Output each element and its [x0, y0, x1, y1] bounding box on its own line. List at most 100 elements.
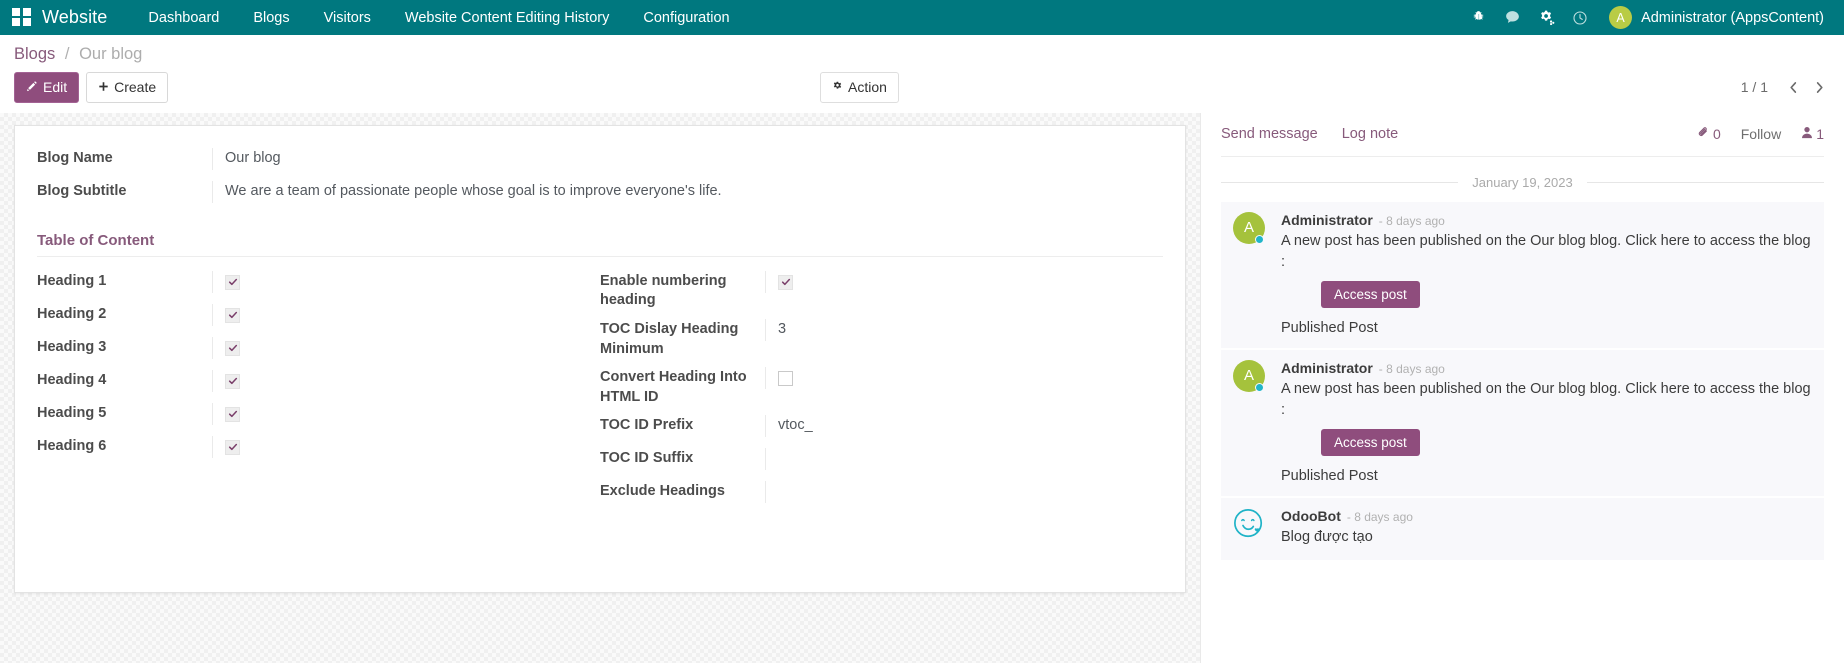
- menu-item-website-content-editing-history[interactable]: Website Content Editing History: [388, 0, 626, 35]
- chatter-message: A Administrator - 8 days ago A new post …: [1221, 202, 1824, 348]
- user-icon: [1801, 126, 1813, 142]
- checkbox-enable-numbering-heading[interactable]: [778, 275, 793, 290]
- field-label: TOC ID Suffix: [600, 448, 765, 469]
- access-post-button[interactable]: Access post: [1321, 281, 1420, 308]
- avatar-wrapper: A: [1233, 212, 1269, 336]
- field-enable-numbering-heading: Enable numbering heading: [600, 267, 1163, 315]
- message-author[interactable]: OdooBot: [1281, 508, 1341, 524]
- gear-icon: [832, 78, 843, 97]
- menu-item-blogs[interactable]: Blogs: [236, 0, 306, 35]
- field-label: Heading 3: [37, 337, 212, 358]
- action-button[interactable]: Action: [820, 72, 899, 103]
- field-value: [212, 271, 600, 293]
- avatar: A: [1609, 6, 1632, 29]
- message-body: OdooBot - 8 days ago Blog được tạo: [1281, 508, 1812, 548]
- pager-value: 1 / 1: [1741, 79, 1778, 95]
- field-value: [212, 337, 600, 359]
- menu-item-visitors[interactable]: Visitors: [307, 0, 388, 35]
- access-post-button[interactable]: Access post: [1321, 429, 1420, 456]
- checkbox-heading-3[interactable]: [225, 341, 240, 356]
- user-menu[interactable]: A Administrator (AppsContent): [1597, 6, 1830, 29]
- bug-icon[interactable]: [1461, 0, 1495, 35]
- chatter-panel: Send message Log note 0 Follow: [1200, 113, 1844, 663]
- chat-icon[interactable]: [1495, 0, 1529, 35]
- field-value[interactable]: [765, 481, 1163, 503]
- edit-button[interactable]: Edit: [14, 72, 79, 103]
- pager-next-button[interactable]: [1808, 75, 1830, 99]
- pager: 1 / 1: [1741, 75, 1830, 99]
- online-status-dot: [1255, 383, 1264, 392]
- control-panel-buttons: Edit Create Action 1 / 1: [0, 68, 1844, 113]
- control-panel: Blogs / Our blog Edit Create: [0, 35, 1844, 113]
- field-toc-display-heading-minimum: TOC Dislay Heading Minimum 3: [600, 315, 1163, 363]
- pager-previous-button[interactable]: [1782, 75, 1804, 99]
- date-separator-label: January 19, 2023: [1458, 175, 1586, 190]
- breadcrumb-root-blogs[interactable]: Blogs: [14, 45, 55, 63]
- checkbox-convert-heading-into-html-id[interactable]: [778, 371, 793, 386]
- checkbox-heading-1[interactable]: [225, 275, 240, 290]
- field-value[interactable]: Our blog: [212, 148, 1163, 170]
- paperclip-icon: [1697, 126, 1710, 142]
- message-text: Blog được tạo: [1281, 527, 1812, 548]
- checkbox-heading-5[interactable]: [225, 407, 240, 422]
- follow-button[interactable]: Follow: [1741, 126, 1781, 142]
- apps-grid-icon[interactable]: [12, 8, 32, 28]
- field-value[interactable]: 3: [765, 319, 1163, 341]
- field-toc-id-prefix: TOC ID Prefix vtoc_: [600, 411, 1163, 444]
- field-convert-heading-into-html-id: Convert Heading Into HTML ID: [600, 363, 1163, 411]
- date-separator-line: [1221, 182, 1458, 183]
- app-brand-website[interactable]: Website: [42, 7, 107, 28]
- log-note-button[interactable]: Log note: [1342, 126, 1398, 142]
- message-author[interactable]: Administrator: [1281, 360, 1373, 376]
- field-label: Heading 4: [37, 370, 212, 391]
- message-author[interactable]: Administrator: [1281, 212, 1373, 228]
- menu-item-dashboard[interactable]: Dashboard: [131, 0, 236, 35]
- checkbox-heading-6[interactable]: [225, 440, 240, 455]
- pencil-icon: [26, 78, 38, 97]
- field-value[interactable]: [765, 448, 1163, 470]
- plus-icon: [98, 78, 109, 97]
- field-heading-2: Heading 2: [37, 300, 600, 333]
- settings-gears-icon[interactable]: [1529, 0, 1563, 35]
- message-timestamp: - 8 days ago: [1347, 510, 1413, 524]
- message-subtext: Published Post: [1281, 468, 1812, 484]
- field-toc-id-suffix: TOC ID Suffix: [600, 444, 1163, 477]
- follower-count: 1: [1816, 126, 1824, 142]
- message-body: Administrator - 8 days ago A new post ha…: [1281, 360, 1812, 484]
- field-value[interactable]: We are a team of passionate people whose…: [212, 181, 1163, 203]
- field-value[interactable]: vtoc_: [765, 415, 1163, 437]
- field-value: [212, 370, 600, 392]
- create-button[interactable]: Create: [86, 72, 168, 103]
- field-heading-4: Heading 4: [37, 366, 600, 399]
- field-label: TOC Dislay Heading Minimum: [600, 319, 765, 359]
- activity-clock-icon[interactable]: [1563, 0, 1597, 35]
- action-button-label: Action: [848, 78, 887, 97]
- date-separator: January 19, 2023: [1221, 175, 1824, 190]
- attachment-count: 0: [1713, 126, 1721, 142]
- main-menu: Dashboard Blogs Visitors Website Content…: [131, 0, 746, 35]
- apps-grid-square: [23, 8, 31, 16]
- avatar-wrapper: [1233, 508, 1269, 548]
- field-label: TOC ID Prefix: [600, 415, 765, 436]
- odoobot-avatar-icon[interactable]: [1233, 508, 1265, 540]
- top-navbar: Website Dashboard Blogs Visitors Website…: [0, 0, 1844, 35]
- field-heading-3: Heading 3: [37, 333, 600, 366]
- checkbox-heading-4[interactable]: [225, 374, 240, 389]
- field-heading-6: Heading 6: [37, 432, 600, 465]
- breadcrumb-current-our-blog: Our blog: [79, 45, 142, 63]
- field-heading-1: Heading 1: [37, 267, 600, 300]
- toc-settings-columns: Heading 1 Heading 2: [37, 267, 1163, 510]
- edit-button-label: Edit: [43, 78, 67, 97]
- attachment-button[interactable]: 0: [1697, 126, 1721, 142]
- message-timestamp: - 8 days ago: [1379, 214, 1445, 228]
- field-value: [765, 271, 1163, 293]
- menu-item-configuration[interactable]: Configuration: [626, 0, 746, 35]
- followers-button[interactable]: 1: [1801, 126, 1824, 142]
- create-button-label: Create: [114, 78, 156, 97]
- field-label: Blog Subtitle: [37, 181, 212, 202]
- field-exclude-headings: Exclude Headings: [600, 477, 1163, 510]
- chatter-toolbar: Send message Log note 0 Follow: [1221, 113, 1824, 157]
- field-value: [212, 436, 600, 458]
- checkbox-heading-2[interactable]: [225, 308, 240, 323]
- send-message-button[interactable]: Send message: [1221, 126, 1318, 142]
